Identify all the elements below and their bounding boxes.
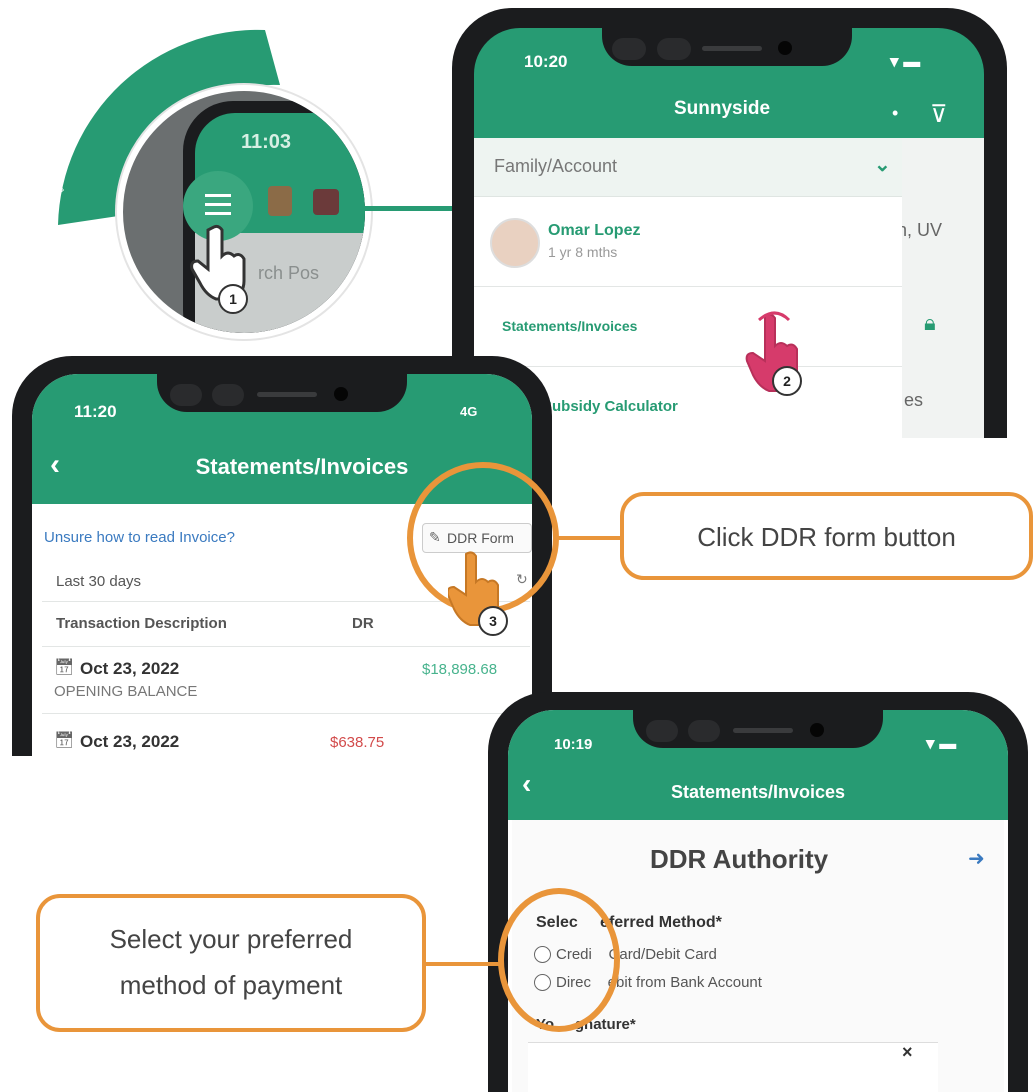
wifi-battery-icon: ▾ ▬: [890, 52, 921, 71]
connector-line-step3: [553, 536, 623, 540]
side-text-2: es: [904, 390, 924, 410]
row-amount: $18,898.68: [422, 661, 498, 678]
step1-time: 11:03: [241, 131, 292, 153]
menu-item-subsidy-label: Subsidy Calculator: [542, 398, 678, 415]
calendar-icon: 📅︎: [54, 659, 75, 676]
connector-line-step4: [420, 962, 502, 966]
chevron-down-icon: ⌄: [874, 154, 891, 176]
step-badge-2: 2: [772, 366, 802, 396]
status-time-step4: 10:19: [554, 736, 593, 753]
step2-app-title: Sunnyside: [673, 98, 771, 119]
table-row[interactable]: 📅︎ Oct 23, 2022 $638.75: [42, 714, 530, 756]
child-name: Omar Lopez: [548, 222, 641, 239]
back-icon-blue[interactable]: ➜: [968, 846, 985, 871]
step-badge-3: 3: [478, 606, 508, 636]
back-arrow-icon[interactable]: ‹: [50, 448, 60, 482]
invoice-help-link[interactable]: Unsure how to read Invoice?: [44, 529, 235, 546]
status-time-step3: 11:20: [74, 402, 117, 421]
side-text: n, UV: [897, 220, 943, 240]
status-time-step2: 10:20: [524, 52, 568, 71]
row-date: Oct 23, 2022: [80, 732, 180, 751]
row-amount: $638.75: [330, 734, 385, 751]
menu-item-statements-label: Statements/Invoices: [502, 318, 638, 334]
filter-label: Last 30 days: [56, 573, 142, 590]
col-dr: DR: [352, 615, 374, 632]
callout-select-method-line1: Select your preferred: [109, 924, 353, 954]
table-row[interactable]: 📅︎ Oct 23, 2022 OPENING BALANCE $18,898.…: [42, 647, 530, 714]
signature-pad[interactable]: [528, 1042, 938, 1092]
step4-screen-title: Statements/Invoices: [670, 782, 846, 802]
wifi-battery-icon: ▾ ▬: [926, 734, 957, 753]
highlight-circle-method: [498, 888, 620, 1032]
signal-indicator: 4G: [460, 404, 478, 419]
child-age: 1 yr 8 mths: [548, 244, 618, 260]
family-account-dropdown[interactable]: Family/Account ⌄: [474, 138, 902, 197]
child-avatar-thumb[interactable]: [268, 186, 292, 216]
child-profile-item[interactable]: Omar Lopez 1 yr 8 mths: [474, 196, 902, 287]
filter-icon[interactable]: ⊽: [930, 100, 948, 129]
clear-signature-icon[interactable]: ×: [902, 1042, 913, 1063]
step-badge-1: 1: [218, 284, 248, 314]
callout-select-method: Select your preferred method of payment: [36, 894, 426, 1032]
callout-click-ddr-text: Click DDR form button: [697, 522, 956, 552]
calendar-icon: 📅︎: [54, 732, 75, 749]
dropdown-label: Family/Account: [494, 156, 618, 176]
connector-line: [362, 206, 462, 211]
col-description: Transaction Description: [56, 615, 227, 632]
child-avatar-thumb-2[interactable]: [313, 189, 339, 215]
callout-select-method-line2: method of payment: [119, 970, 343, 1000]
row-date: Oct 23, 2022: [80, 659, 180, 678]
back-arrow-icon[interactable]: ‹: [522, 768, 531, 800]
menu-item-statements[interactable]: Statements/Invoices: [474, 286, 902, 367]
ddr-authority-heading: DDR Authority: [650, 844, 829, 874]
child-avatar: [490, 218, 540, 268]
callout-click-ddr: Click DDR form button: [620, 492, 1033, 580]
row-description: OPENING BALANCE: [54, 683, 198, 700]
search-input-partial[interactable]: rch Pos: [258, 263, 319, 284]
lock-icon: 🔒︎: [924, 310, 936, 335]
